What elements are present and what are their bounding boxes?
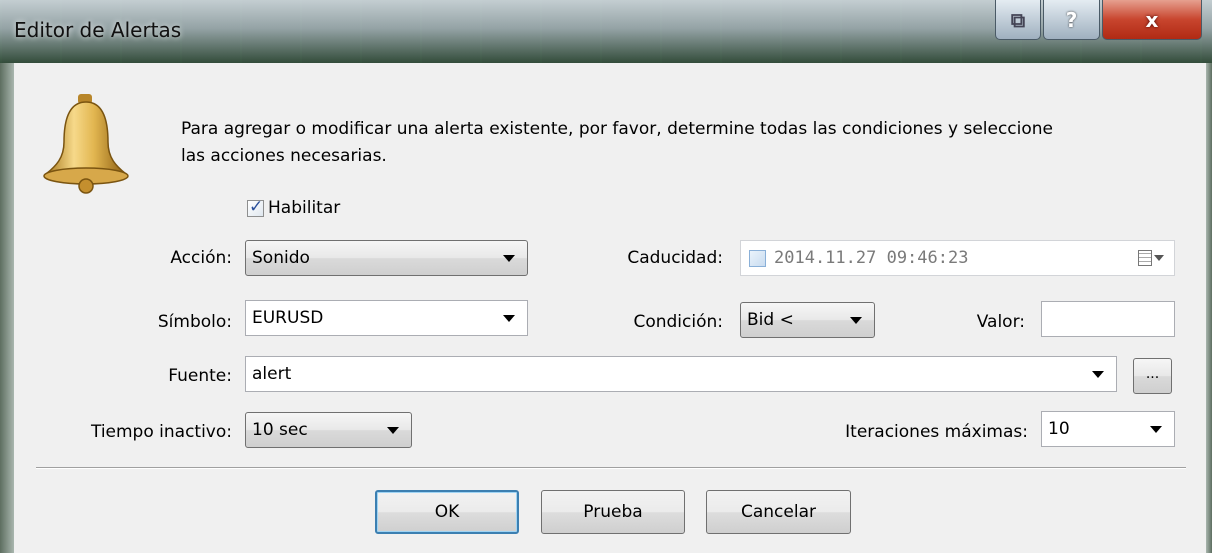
close-icon: x bbox=[1145, 7, 1159, 32]
iteraciones-value: 10 bbox=[1048, 419, 1070, 439]
calendar-icon[interactable] bbox=[1138, 250, 1164, 266]
restore-button[interactable]: ⧉ bbox=[995, 0, 1041, 40]
ok-label: OK bbox=[434, 502, 460, 522]
chevron-down-icon bbox=[503, 315, 515, 322]
accion-select[interactable]: Sonido bbox=[245, 240, 528, 276]
window-title: Editor de Alertas bbox=[14, 18, 182, 42]
enable-checkbox[interactable]: Habilitar bbox=[247, 197, 341, 218]
caducidad-checkbox[interactable] bbox=[749, 249, 766, 267]
window-frame-right bbox=[1206, 63, 1212, 553]
ok-button[interactable]: OK bbox=[375, 490, 519, 534]
iteraciones-label: Iteraciones máximas: bbox=[845, 422, 1028, 442]
tiempo-inactivo-select[interactable]: 10 sec bbox=[245, 412, 412, 448]
prueba-label: Prueba bbox=[583, 502, 643, 522]
simbolo-select[interactable]: EURUSD bbox=[245, 300, 528, 336]
fuente-label: Fuente: bbox=[168, 366, 232, 386]
separator bbox=[36, 467, 1186, 469]
chevron-down-icon bbox=[387, 427, 399, 434]
prueba-button[interactable]: Prueba bbox=[541, 490, 685, 534]
cancelar-label: Cancelar bbox=[741, 502, 816, 522]
fuente-select[interactable]: alert bbox=[245, 356, 1117, 392]
fuente-value: alert bbox=[252, 364, 292, 384]
caducidad-value: 2014.11.27 09:46:23 bbox=[774, 248, 969, 268]
iteraciones-select[interactable]: 10 bbox=[1041, 411, 1175, 447]
window-frame-left bbox=[0, 63, 14, 553]
help-button[interactable]: ? bbox=[1043, 0, 1100, 40]
help-icon: ? bbox=[1065, 7, 1078, 32]
accion-label: Acción: bbox=[170, 248, 232, 268]
condicion-value: Bid < bbox=[747, 310, 794, 330]
title-bar[interactable]: Editor de Alertas ⧉ ? x bbox=[0, 0, 1212, 64]
valor-label: Valor: bbox=[976, 312, 1025, 332]
enable-label: Habilitar bbox=[268, 198, 341, 218]
bell-icon bbox=[43, 94, 129, 194]
chevron-down-icon bbox=[1150, 426, 1162, 433]
accion-value: Sonido bbox=[252, 248, 310, 268]
chevron-down-icon bbox=[850, 317, 862, 324]
condicion-select[interactable]: Bid < bbox=[740, 302, 875, 338]
intro-text: Para agregar o modificar una alerta exis… bbox=[181, 119, 1054, 166]
simbolo-label: Símbolo: bbox=[157, 312, 232, 332]
cancelar-button[interactable]: Cancelar bbox=[706, 490, 851, 534]
alert-editor-window: Editor de Alertas ⧉ ? x Para agregar o m… bbox=[0, 0, 1212, 553]
simbolo-value: EURUSD bbox=[252, 308, 324, 328]
chevron-down-icon bbox=[1092, 371, 1104, 378]
browse-sound-button[interactable]: ... bbox=[1133, 358, 1172, 394]
enable-checkbox-box[interactable] bbox=[247, 197, 264, 217]
tiempo-inactivo-value: 10 sec bbox=[252, 420, 308, 440]
chevron-down-icon bbox=[503, 255, 515, 262]
valor-input[interactable] bbox=[1041, 301, 1175, 337]
close-button[interactable]: x bbox=[1102, 0, 1202, 40]
browse-label: ... bbox=[1145, 366, 1160, 382]
tiempo-inactivo-label: Tiempo inactivo: bbox=[90, 422, 232, 442]
condicion-label: Condición: bbox=[633, 312, 723, 332]
caducidad-datetime-picker[interactable]: 2014.11.27 09:46:23 bbox=[740, 240, 1175, 276]
caducidad-label: Caducidad: bbox=[627, 248, 723, 268]
restore-icon: ⧉ bbox=[1010, 7, 1026, 32]
